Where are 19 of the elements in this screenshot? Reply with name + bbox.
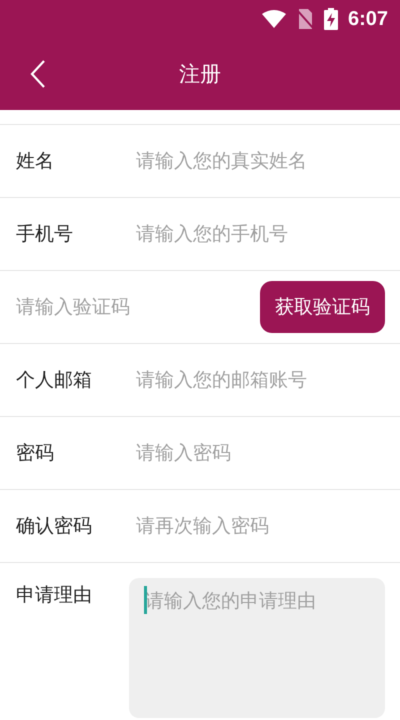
- field-label: 申请理由: [16, 583, 93, 608]
- field-label: 手机号: [16, 222, 74, 247]
- placeholder-text: 请输入您的申请理由: [145, 590, 316, 612]
- input-field[interactable]: 请输入您的真实姓名: [136, 150, 385, 172]
- input-field[interactable]: 请输入密码: [136, 442, 385, 464]
- code-input-field[interactable]: 请输入验证码: [16, 296, 260, 318]
- field-label: 个人邮箱: [16, 368, 93, 393]
- battery-charging-icon: [324, 8, 338, 30]
- input-field[interactable]: 请输入您的邮箱账号: [136, 369, 385, 391]
- field-label: 密码: [16, 441, 55, 466]
- input-field[interactable]: 请输入您的手机号: [136, 223, 385, 245]
- status-time: 6:07: [348, 8, 388, 30]
- input-field[interactable]: 请再次输入密码: [136, 515, 385, 537]
- back-icon[interactable]: [30, 60, 46, 88]
- field-label: 确认密码: [16, 514, 93, 539]
- get-code-button[interactable]: 获取验证码: [260, 281, 385, 333]
- field-label: 姓名: [16, 149, 55, 174]
- page-title: 注册: [179, 61, 221, 88]
- wifi-icon: [262, 10, 286, 28]
